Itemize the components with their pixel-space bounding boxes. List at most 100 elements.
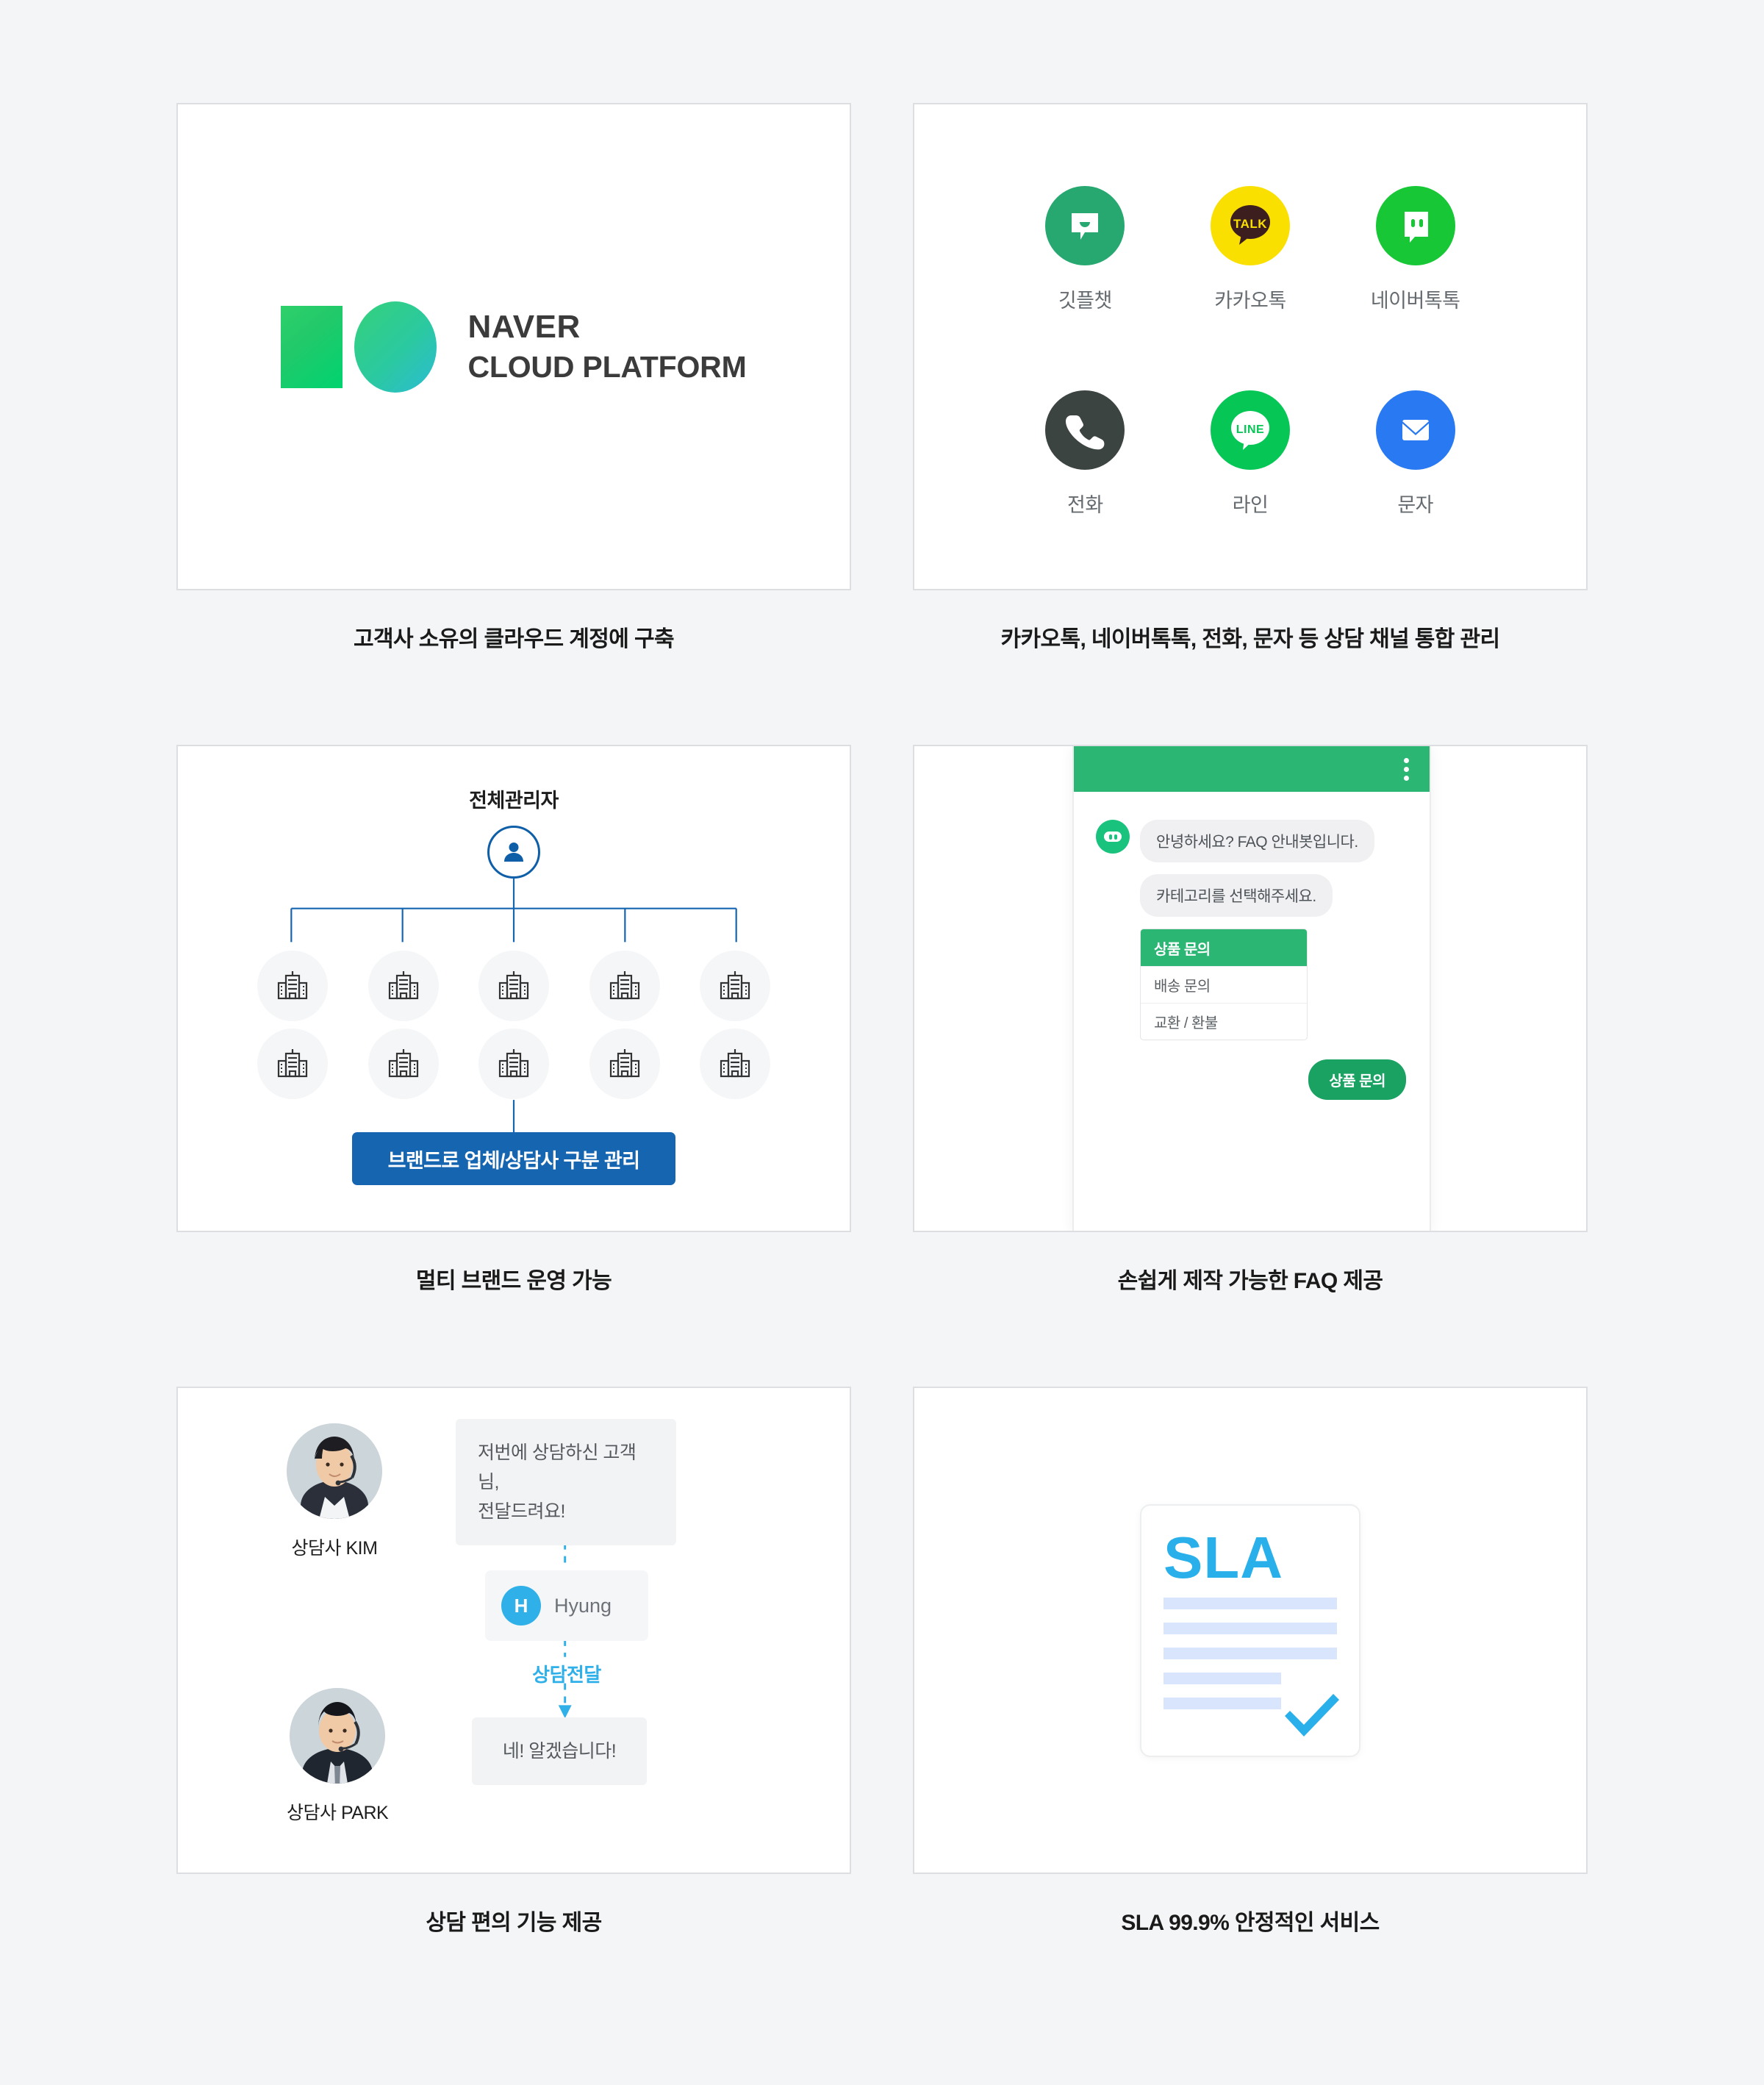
caption-faq: 손쉽게 제작 가능한 FAQ 제공 [1117,1269,1383,1293]
building-icon [368,951,439,1021]
sla-text-line [1164,1623,1337,1635]
channel-label: 전화 [1066,494,1103,517]
caption-sla: SLA 99.9% 안정적인 서비스 [1121,1911,1380,1935]
transfer-message-to-park: 네! 알겠습니다! [472,1717,647,1785]
caption-transfer: 상담 편의 기능 제공 [426,1911,602,1935]
org-chart: 전체관리자 브랜드로 업체/상담사 구분 관리 [178,746,850,1231]
sla-title: SLA [1164,1524,1283,1590]
card-transfer: 상담사 KIM 상담사 PARK 저번에 상담하신 고객님, 전달드려요! H … [176,1387,851,1874]
operator-card: H Hyung [485,1570,648,1641]
building-icon [478,1029,549,1099]
brand-management-button[interactable]: 브랜드로 업체/상담사 구분 관리 [352,1132,675,1185]
sla-illustration: SLA [914,1388,1586,1873]
building-icon [478,951,549,1021]
org-node-rows [257,951,770,1106]
channel-list: 깃플챗 TALK 카카오톡 네이버톡톡 전화 LINE 라인 문자 [914,104,1586,589]
user-reply-bubble: 상품 문의 [1308,1059,1406,1100]
faq-chat-mockup: 안녕하세요? FAQ 안내봇입니다. 카테고리를 선택해주세요. 상품 문의 배… [914,746,1586,1231]
channel-label: 문자 [1397,494,1433,517]
avatar [287,1423,382,1519]
channel-item-kakaotalk: TALK 카카오톡 [1210,185,1290,313]
channel-item-gitple: 깃플챗 [1045,185,1125,313]
ncp-mark-icon [281,301,437,393]
sla-text-line [1164,1673,1282,1685]
sms-icon [1375,390,1455,471]
gitple-chat-icon [1045,185,1125,265]
sla-text-line [1164,1698,1282,1710]
agent-name: 상담사 PARK [287,1803,389,1823]
feature-cell-sla: SLA SLA 99.9% 안정적인 서비스 [913,1387,1588,1937]
user-reply-row: 상품 문의 [1096,1059,1408,1100]
caption-cloud-account: 고객사 소유의 클라우드 계정에 구축 [354,627,675,651]
kakaotalk-icon: TALK [1210,185,1290,265]
transfer-message-from-kim: 저번에 상담하신 고객님, 전달드려요! [456,1419,676,1545]
channel-label: 라인 [1232,494,1269,517]
feature-cell-multi-brand: 전체관리자 브랜드로 업체/상담사 구분 관리 멀티 브랜드 운영 가능 [176,745,851,1295]
feature-cell-faq: 안녕하세요? FAQ 안내봇입니다. 카테고리를 선택해주세요. 상품 문의 배… [913,745,1588,1295]
building-icon [368,1029,439,1099]
org-row-2 [257,1029,770,1099]
feature-grid-page: NAVER CLOUD PLATFORM 고객사 소유의 클라우드 계정에 구축 [0,0,1764,2085]
check-icon [1285,1693,1339,1737]
message-line-2: 전달드려요! [478,1501,565,1522]
building-icon [257,1029,328,1099]
logo-line-1: NAVER [467,309,581,345]
svg-text:TALK: TALK [1233,217,1267,231]
channel-item-sms: 문자 [1375,390,1455,518]
feature-cell-cloud-account: NAVER CLOUD PLATFORM 고객사 소유의 클라우드 계정에 구축 [176,103,851,654]
faq-option-product[interactable]: 상품 문의 [1141,929,1307,966]
navertalk-icon [1375,185,1455,265]
card-faq: 안녕하세요? FAQ 안내봇입니다. 카테고리를 선택해주세요. 상품 문의 배… [913,745,1588,1232]
agent-kim: 상담사 KIM [287,1423,382,1560]
avatar [290,1688,386,1784]
bot-message-1: 안녕하세요? FAQ 안내봇입니다. [1140,820,1374,862]
card-channels: 깃플챗 TALK 카카오톡 네이버톡톡 전화 LINE 라인 문자 [913,103,1588,590]
bot-message-2: 카테고리를 선택해주세요. [1140,874,1333,917]
building-icon [589,1029,660,1099]
kebab-menu-icon[interactable] [1404,757,1409,781]
feature-cell-channels: 깃플챗 TALK 카카오톡 네이버톡톡 전화 LINE 라인 문자 카카오톡, … [913,103,1588,654]
org-row-1 [257,951,770,1021]
sla-text-line [1164,1598,1337,1610]
channel-item-line: LINE 라인 [1210,390,1290,518]
faq-option-list: 상품 문의 배송 문의 교환 / 환불 [1140,929,1308,1040]
building-icon [700,951,770,1021]
svg-text:LINE: LINE [1236,423,1264,436]
channel-item-phone: 전화 [1045,390,1125,518]
feature-cell-transfer: 상담사 KIM 상담사 PARK 저번에 상담하신 고객님, 전달드려요! H … [176,1387,851,1937]
channel-label: 깃플챗 [1058,289,1113,312]
agent-name: 상담사 KIM [291,1538,378,1559]
ncp-circle-shape [354,301,437,393]
operator-avatar: H [501,1586,541,1626]
building-icon [257,951,328,1021]
caption-channels: 카카오톡, 네이버톡톡, 전화, 문자 등 상담 채널 통합 관리 [1000,627,1500,651]
building-icon [700,1029,770,1099]
sla-document: SLA [1140,1503,1360,1757]
bot-avatar-icon [1096,820,1130,854]
naver-cloud-logo: NAVER CLOUD PLATFORM [178,104,850,589]
caption-multi-brand: 멀티 브랜드 운영 가능 [415,1269,612,1293]
agent-park: 상담사 PARK [287,1688,389,1825]
chat-header [1074,746,1430,792]
faq-option-delivery[interactable]: 배송 문의 [1141,966,1307,1003]
card-cloud-account: NAVER CLOUD PLATFORM [176,103,851,590]
operator-name: Hyung [554,1594,612,1617]
card-sla: SLA [913,1387,1588,1874]
bot-message-row: 안녕하세요? FAQ 안내봇입니다. [1096,820,1408,862]
feature-grid: NAVER CLOUD PLATFORM 고객사 소유의 클라우드 계정에 구축 [176,103,1588,1937]
building-icon [589,951,660,1021]
card-multi-brand: 전체관리자 브랜드로 업체/상담사 구분 관리 [176,745,851,1232]
channel-item-navertalk: 네이버톡톡 [1370,185,1460,313]
channel-label: 네이버톡톡 [1370,289,1460,312]
sla-text-line [1164,1648,1337,1660]
line-icon: LINE [1210,390,1290,471]
faq-option-exchange-refund[interactable]: 교환 / 환불 [1141,1003,1307,1040]
chat-body: 안녕하세요? FAQ 안내봇입니다. 카테고리를 선택해주세요. 상품 문의 배… [1074,792,1430,1100]
message-line-1: 저번에 상담하신 고객님, [478,1442,637,1492]
transfer-action-label: 상담전달 [532,1664,601,1686]
logo-line-2: CLOUD PLATFORM [467,350,747,384]
ncp-square-shape [281,305,343,388]
chat-window: 안녕하세요? FAQ 안내봇입니다. 카테고리를 선택해주세요. 상품 문의 배… [1072,746,1431,1231]
phone-icon [1045,390,1125,471]
agent-transfer-diagram: 상담사 KIM 상담사 PARK 저번에 상담하신 고객님, 전달드려요! H … [178,1388,850,1873]
